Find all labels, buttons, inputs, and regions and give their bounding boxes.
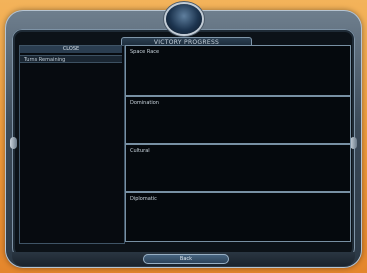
turns-panel — [19, 45, 125, 244]
right-side-knob-icon — [350, 137, 357, 149]
globe-emblem-icon — [166, 4, 202, 34]
close-header[interactable]: CLOSE — [20, 46, 122, 53]
section-space-race: Space Race — [125, 45, 351, 96]
section-diplomatic: Diplomatic — [125, 192, 351, 242]
back-button[interactable]: Back — [143, 254, 229, 264]
section-label: Space Race — [130, 49, 160, 55]
left-side-knob-icon — [10, 137, 17, 149]
section-label: Diplomatic — [130, 196, 157, 202]
section-label: Domination — [130, 100, 159, 106]
section-domination: Domination — [125, 96, 351, 144]
list-item-turns-remaining: Turns Remaining — [20, 55, 122, 63]
section-label: Cultural — [130, 148, 150, 154]
section-cultural: Cultural — [125, 144, 351, 192]
